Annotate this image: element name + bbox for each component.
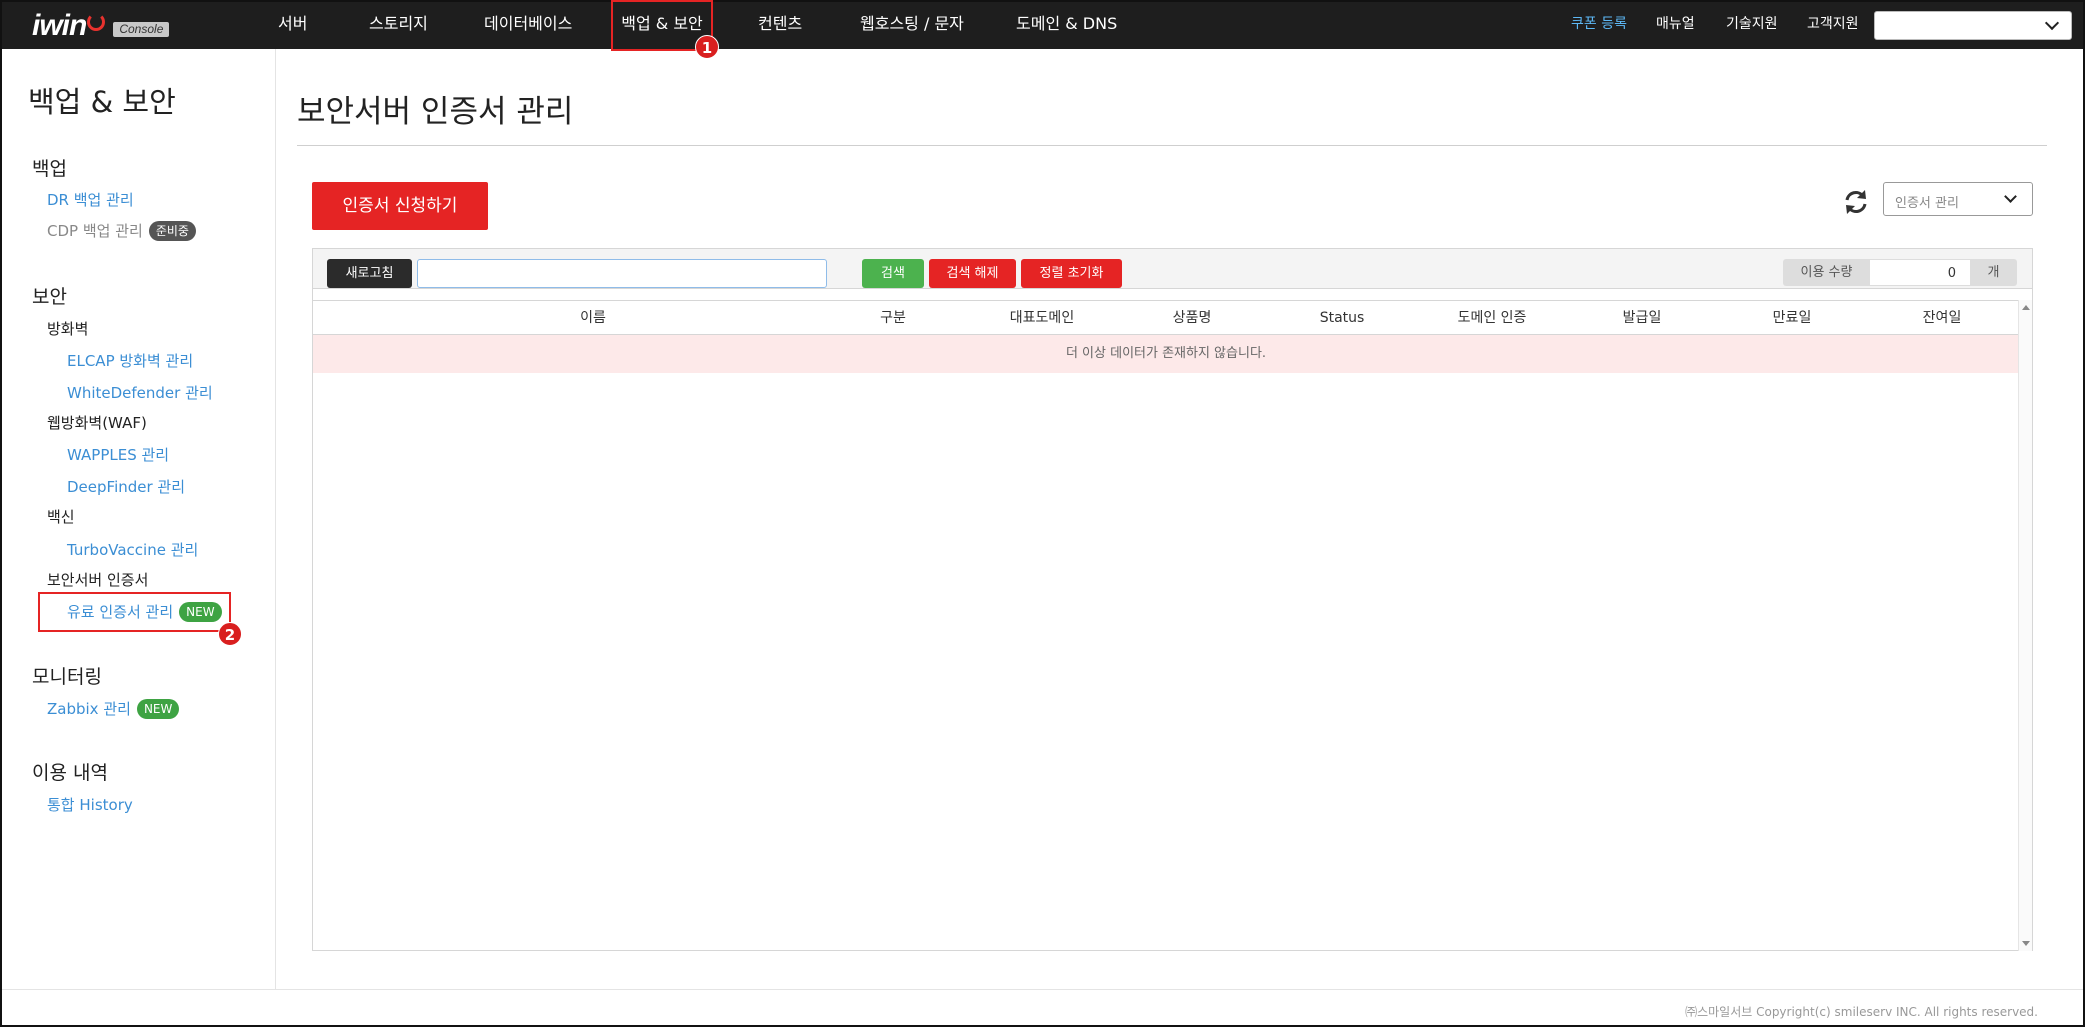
group-ssl-cert: 보안서버 인증서: [47, 571, 149, 589]
grid-toolbar: 새로고침 검색 검색 해제 정렬 초기화 이용 수량 0 개: [313, 249, 2032, 289]
group-firewall: 방화벽: [47, 320, 89, 338]
customer-support-link[interactable]: 고객지원: [1807, 2, 1859, 46]
sidebar-item-label: DR 백업 관리: [47, 191, 134, 209]
nav-contents[interactable]: 컨텐츠: [758, 2, 802, 49]
new-badge: NEW: [136, 698, 180, 719]
usage-count-unit: 개: [1970, 259, 2017, 286]
sidebar-item-dr-backup[interactable]: DR 백업 관리: [47, 189, 134, 210]
sidebar: 백업 & 보안 백업 DR 백업 관리 CDP 백업 관리 준비중 보안 방화벽 …: [2, 49, 276, 989]
scroll-down-icon[interactable]: [2022, 941, 2030, 946]
view-select-value: 인증서 관리: [1895, 196, 1959, 211]
column-header-domain[interactable]: 대표도메인: [1010, 301, 1074, 335]
vertical-scrollbar[interactable]: [2018, 300, 2032, 951]
page-title: 보안서버 인증서 관리: [297, 94, 574, 130]
section-monitoring: 모니터링: [32, 666, 102, 688]
sidebar-item-label: WhiteDefender 관리: [67, 384, 213, 402]
sidebar-title: 백업 & 보안: [28, 85, 176, 119]
sidebar-item-wapples[interactable]: WAPPLES 관리: [67, 444, 169, 465]
top-navigation: iwin Console 서버 스토리지 데이터베이스 백업 & 보안 컨텐츠 …: [2, 0, 2083, 51]
usage-count-label: 이용 수량: [1783, 259, 1870, 286]
column-header-type[interactable]: 구분: [880, 301, 906, 335]
preparing-badge: 준비중: [148, 220, 196, 241]
main-content: 보안서버 인증서 관리 인증서 신청하기 인증서 관리 새로고침 검색 검색 해…: [277, 49, 2083, 989]
sidebar-item-elcap[interactable]: ELCAP 방화벽 관리: [67, 350, 193, 371]
sidebar-item-label: ELCAP 방화벽 관리: [67, 352, 194, 370]
power-icon: [87, 13, 106, 31]
section-usage-history: 이용 내역: [32, 762, 108, 784]
column-header-name[interactable]: 이름: [580, 301, 606, 335]
section-security: 보안: [32, 286, 67, 308]
sidebar-item-label: DeepFinder 관리: [67, 478, 186, 496]
nav-server[interactable]: 서버: [278, 2, 307, 49]
highlight-box: [38, 592, 231, 632]
sidebar-item-label: WAPPLES 관리: [67, 446, 170, 464]
column-header-days-left[interactable]: 잔여일: [1923, 301, 1962, 335]
column-header-status[interactable]: Status: [1320, 301, 1365, 335]
sidebar-item-turbovaccine[interactable]: TurboVaccine 관리: [67, 539, 198, 560]
sidebar-item-label: TurboVaccine 관리: [67, 541, 199, 559]
nav-webhosting-sms[interactable]: 웹호스팅 / 문자: [860, 2, 964, 49]
refresh-button[interactable]: 새로고침: [327, 259, 412, 288]
column-header-issue-date[interactable]: 발급일: [1623, 301, 1662, 335]
column-header-expiry-date[interactable]: 만료일: [1773, 301, 1812, 335]
view-select[interactable]: 인증서 관리: [1883, 182, 2033, 216]
chevron-down-icon: [2044, 15, 2060, 31]
divider: [297, 145, 2047, 146]
logo[interactable]: iwin Console: [32, 9, 170, 42]
sidebar-item-label: CDP 백업 관리: [47, 222, 143, 240]
table-header: 이름 구분 대표도메인 상품명 Status 도메인 인증 발급일 만료일 잔여…: [313, 300, 2019, 335]
scroll-up-icon[interactable]: [2022, 305, 2030, 310]
section-backup: 백업: [32, 158, 67, 180]
nav-storage[interactable]: 스토리지: [369, 2, 428, 49]
reset-sort-button[interactable]: 정렬 초기화: [1021, 259, 1122, 288]
account-select[interactable]: [1874, 11, 2072, 40]
sidebar-item-label: Zabbix 관리: [47, 700, 131, 718]
footer: ㈜스마일서브 Copyright(c) smileserv INC. All r…: [2, 989, 2083, 1025]
nav-database[interactable]: 데이터베이스: [484, 2, 572, 49]
search-input[interactable]: [417, 259, 827, 288]
certificate-grid: 새로고침 검색 검색 해제 정렬 초기화 이용 수량 0 개 이름 구분 대표도…: [312, 248, 2033, 951]
chevron-down-icon: [2004, 190, 2017, 203]
sidebar-item-whitedefender[interactable]: WhiteDefender 관리: [67, 382, 213, 403]
tech-support-link[interactable]: 기술지원: [1726, 2, 1778, 46]
sidebar-item-cdp-backup[interactable]: CDP 백업 관리 준비중: [47, 220, 196, 241]
usage-count-value: 0: [1870, 259, 1970, 286]
manual-link[interactable]: 매뉴얼: [1656, 2, 1695, 46]
group-vaccine: 백신: [47, 508, 75, 526]
group-waf: 웹방화벽(WAF): [47, 414, 147, 432]
sidebar-item-history[interactable]: 통합 History: [47, 794, 133, 815]
usage-count: 이용 수량 0 개: [1783, 259, 2017, 286]
sidebar-item-zabbix[interactable]: Zabbix 관리 NEW: [47, 698, 180, 719]
nav-domain-dns[interactable]: 도메인 & DNS: [1016, 2, 1117, 49]
copyright-text: ㈜스마일서브 Copyright(c) smileserv INC. All r…: [1685, 1005, 2038, 1019]
coupon-link[interactable]: 쿠폰 등록: [1571, 2, 1627, 46]
sidebar-item-deepfinder[interactable]: DeepFinder 관리: [67, 476, 185, 497]
logo-text: iwin: [32, 9, 87, 42]
step-marker-2: 2: [218, 622, 242, 646]
empty-message: 더 이상 데이터가 존재하지 않습니다.: [313, 335, 2019, 373]
column-header-domain-verify[interactable]: 도메인 인증: [1458, 301, 1527, 335]
sidebar-item-label: 통합 History: [47, 796, 133, 814]
column-header-product[interactable]: 상품명: [1173, 301, 1212, 335]
search-button[interactable]: 검색: [862, 259, 924, 288]
clear-search-button[interactable]: 검색 해제: [929, 259, 1016, 288]
apply-certificate-button[interactable]: 인증서 신청하기: [312, 182, 488, 230]
refresh-icon[interactable]: [1841, 187, 1871, 217]
console-badge: Console: [113, 21, 170, 37]
